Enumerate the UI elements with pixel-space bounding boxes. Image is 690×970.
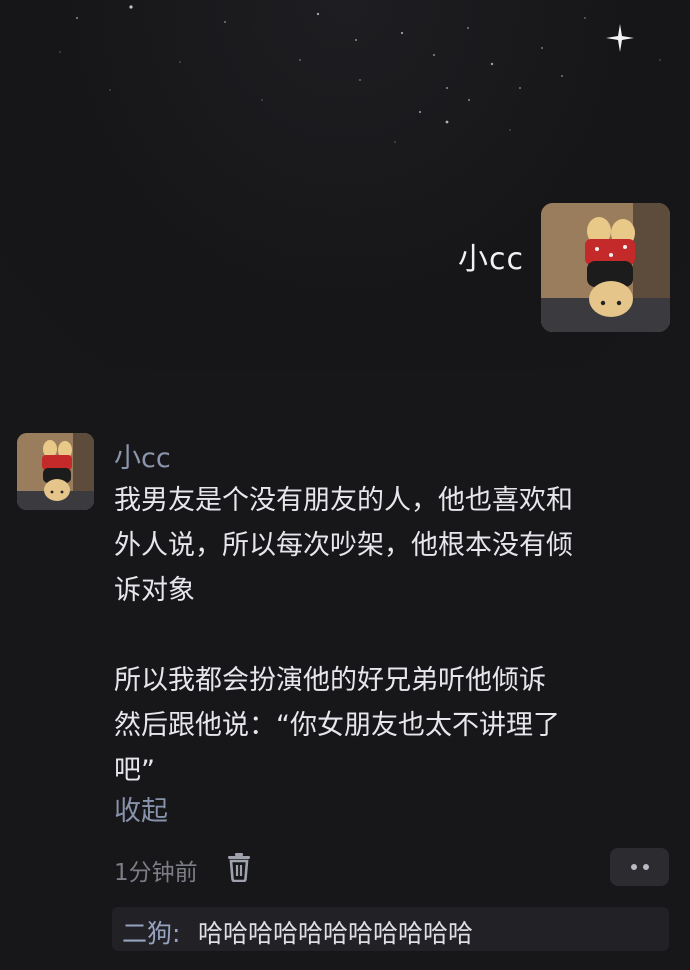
collapse-link[interactable]: 收起 — [114, 789, 168, 828]
more-dots-icon — [642, 864, 649, 870]
reply-author[interactable]: 二狗: — [122, 914, 180, 950]
trash-icon — [228, 853, 250, 883]
reply-text: 哈哈哈哈哈哈哈哈哈哈哈 — [198, 919, 474, 948]
comment-author-avatar[interactable] — [17, 433, 94, 510]
comment-body: 我男友是个没有朋友的人，他也喜欢和 外人说，所以每次吵架，他根本没有倾 诉对象 … — [114, 478, 659, 793]
comment-paragraph: 我男友是个没有朋友的人，他也喜欢和 外人说，所以每次吵架，他根本没有倾 诉对象 — [114, 485, 573, 606]
comment-author-name[interactable]: 小cc — [114, 436, 171, 475]
reply-preview[interactable]: 二狗: 哈哈哈哈哈哈哈哈哈哈哈 — [112, 907, 669, 951]
delete-button[interactable] — [226, 852, 252, 883]
more-dots-icon — [630, 864, 637, 870]
comment-timestamp: 1分钟前 — [114, 860, 198, 886]
profile-avatar[interactable] — [541, 203, 670, 332]
comment-paragraph: 所以我都会扮演他的好兄弟听他倾诉 然后跟他说：“你女朋友也太不讲理了 吧” — [114, 665, 560, 786]
profile-name: 小cc — [458, 242, 524, 277]
more-options-button[interactable] — [610, 848, 669, 886]
